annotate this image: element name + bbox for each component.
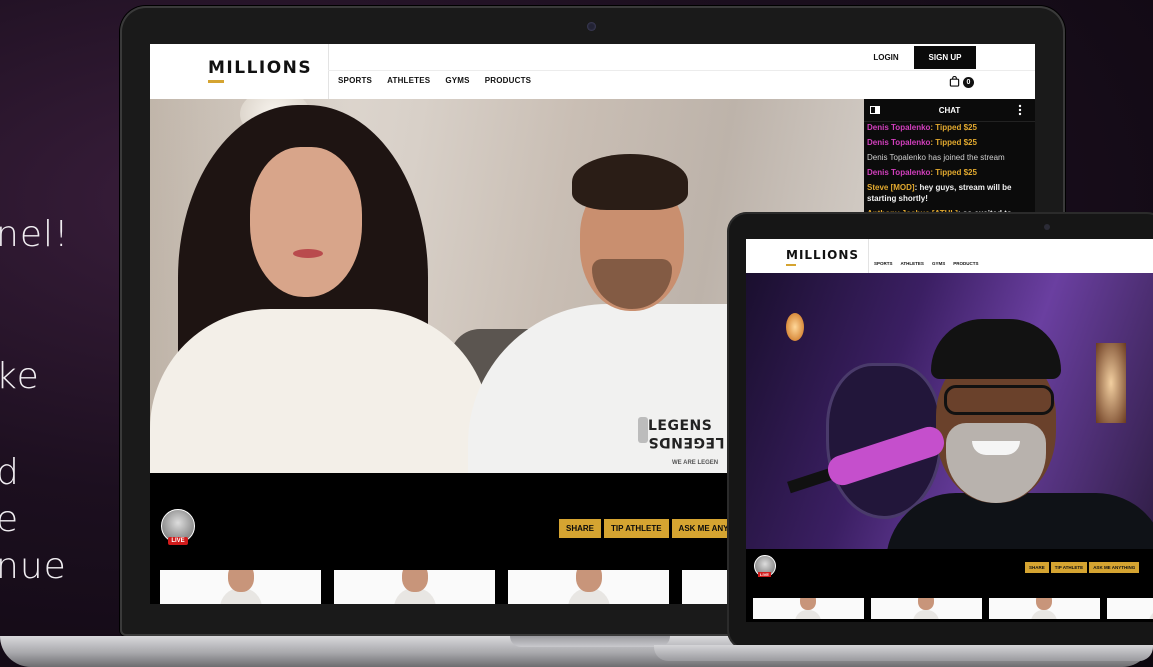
shirt-text-bottom: LEGENDS bbox=[648, 434, 725, 450]
tablet-site-header: MILLIONS SPORTS ATHLETES GYMS PRODUCTS bbox=[746, 239, 1153, 273]
chat-user[interactable]: Denis Topalenko bbox=[867, 168, 930, 177]
tablet-thumbnail-row bbox=[753, 598, 1153, 619]
cart-count-badge: 0 bbox=[963, 77, 974, 88]
bg-text-line-5: nue bbox=[0, 546, 67, 587]
chat-message: Denis Topalenko: Tipped $25 bbox=[867, 137, 1033, 148]
tablet-video-thumbnail[interactable] bbox=[1107, 598, 1153, 619]
chat-title: CHAT bbox=[938, 106, 961, 115]
tablet-nav-athletes[interactable]: ATHLETES bbox=[901, 261, 924, 266]
tablet-video-cap bbox=[931, 319, 1061, 379]
chat-header: CHAT bbox=[864, 99, 1035, 122]
tablet-tip-athlete-button[interactable]: TIP ATHLETE bbox=[1050, 562, 1088, 573]
tablet-video-thumbnail[interactable] bbox=[989, 598, 1100, 619]
tablet-logo-area[interactable]: MILLIONS bbox=[746, 239, 869, 273]
tablet-base bbox=[654, 645, 1153, 661]
shirt-small-text: WE ARE LEGEN bbox=[672, 460, 719, 466]
chat-user[interactable]: Denis Topalenko bbox=[867, 123, 930, 132]
ask-me-anything-button[interactable]: ASK ME ANY bbox=[671, 519, 736, 538]
tablet-video-thumbnail[interactable] bbox=[753, 598, 864, 619]
shirt-print: LEGENS LEGENDS bbox=[648, 418, 725, 451]
tablet-video-light bbox=[1096, 343, 1126, 423]
more-vertical-icon[interactable] bbox=[1018, 104, 1022, 116]
tablet-frame: MILLIONS SPORTS ATHLETES GYMS PRODUCTS L… bbox=[727, 212, 1153, 650]
signup-button[interactable]: SIGN UP bbox=[914, 46, 976, 69]
nav-gyms[interactable]: GYMS bbox=[445, 76, 469, 85]
chat-message: Steve [MOD]: hey guys, stream will be st… bbox=[867, 182, 1033, 204]
shirt-text-top: LEGENS bbox=[648, 418, 713, 434]
chat-user[interactable]: Denis Topalenko bbox=[867, 138, 930, 147]
chat-message: Denis Topalenko: Tipped $25 bbox=[867, 167, 1033, 178]
video-woman-lips bbox=[293, 249, 323, 258]
tablet-logo-underline bbox=[786, 264, 796, 266]
logo-area[interactable]: MILLIONS bbox=[150, 44, 329, 99]
tablet-camera bbox=[1044, 224, 1050, 230]
tablet-site-logo[interactable]: MILLIONS bbox=[786, 248, 859, 262]
video-woman-body bbox=[150, 309, 490, 473]
video-dog-tag bbox=[638, 417, 648, 443]
tablet-video-body bbox=[886, 493, 1153, 549]
tablet-share-button[interactable]: SHARE bbox=[1025, 562, 1049, 573]
tablet-main-nav: SPORTS ATHLETES GYMS PRODUCTS bbox=[874, 261, 978, 266]
login-button[interactable]: LOGIN bbox=[858, 47, 914, 68]
video-woman-face bbox=[250, 147, 362, 297]
tablet-live-badge: LIVE bbox=[758, 572, 771, 577]
tablet-ask-me-anything-button[interactable]: ASK ME ANYTHING bbox=[1089, 562, 1140, 573]
bg-text-line-4: e bbox=[0, 499, 20, 540]
laptop-camera bbox=[587, 22, 596, 31]
video-thumbnail[interactable] bbox=[334, 570, 495, 604]
live-badge: LIVE bbox=[168, 537, 188, 545]
tablet-live-video[interactable] bbox=[746, 273, 1153, 549]
tip-athlete-button[interactable]: TIP ATHLETE bbox=[604, 519, 669, 538]
video-thumbnail[interactable] bbox=[508, 570, 669, 604]
tablet-nav-gyms[interactable]: GYMS bbox=[932, 261, 945, 266]
nav-products[interactable]: PRODUCTS bbox=[485, 76, 532, 85]
bg-text-line-2: ke bbox=[0, 356, 40, 397]
bg-text-line-1: nel! bbox=[0, 214, 70, 255]
tablet-stream-actions: SHARE TIP ATHLETE ASK ME ANYTHING bbox=[1025, 562, 1140, 573]
tablet-video-glasses bbox=[944, 385, 1054, 415]
nav-athletes[interactable]: ATHLETES bbox=[387, 76, 430, 85]
header-divider bbox=[328, 70, 1035, 71]
chat-messages: Denis Topalenko: Tipped $25 Denis Topale… bbox=[867, 122, 1033, 223]
video-man-hair bbox=[572, 154, 688, 210]
stream-actions: SHARE TIP ATHLETE ASK ME ANY bbox=[559, 519, 736, 538]
tablet-video-lamp bbox=[786, 313, 804, 341]
chat-message: Denis Topalenko: Tipped $25 bbox=[867, 122, 1033, 133]
tablet-video-thumbnail[interactable] bbox=[871, 598, 982, 619]
laptop-base-notch bbox=[510, 636, 670, 647]
video-thumbnail[interactable] bbox=[160, 570, 321, 604]
tablet-screen: MILLIONS SPORTS ATHLETES GYMS PRODUCTS L… bbox=[746, 239, 1153, 622]
cart-icon[interactable] bbox=[949, 76, 960, 87]
logo-underline bbox=[208, 80, 224, 83]
tablet-nav-products[interactable]: PRODUCTS bbox=[953, 261, 978, 266]
chat-text: : Tipped $25 bbox=[930, 168, 977, 177]
site-header: MILLIONS SPORTS ATHLETES GYMS PRODUCTS L… bbox=[150, 44, 1035, 100]
chat-text: : Tipped $25 bbox=[930, 138, 977, 147]
chat-text: : Tipped $25 bbox=[930, 123, 977, 132]
site-logo[interactable]: MILLIONS bbox=[208, 58, 312, 78]
tablet-video-smile bbox=[972, 441, 1020, 455]
chat-user[interactable]: Steve [MOD] bbox=[867, 183, 915, 192]
nav-sports[interactable]: SPORTS bbox=[338, 76, 372, 85]
chat-message: Denis Topalenko has joined the stream bbox=[867, 152, 1033, 163]
main-nav: SPORTS ATHLETES GYMS PRODUCTS bbox=[338, 76, 531, 85]
chat-panel: CHAT Denis Topalenko: Tipped $25 Denis T… bbox=[864, 99, 1035, 221]
share-button[interactable]: SHARE bbox=[559, 519, 602, 538]
bg-text-line-3: d bbox=[0, 452, 20, 493]
tablet-nav-sports[interactable]: SPORTS bbox=[874, 261, 893, 266]
chat-system-text: Denis Topalenko has joined the stream bbox=[867, 153, 1005, 162]
